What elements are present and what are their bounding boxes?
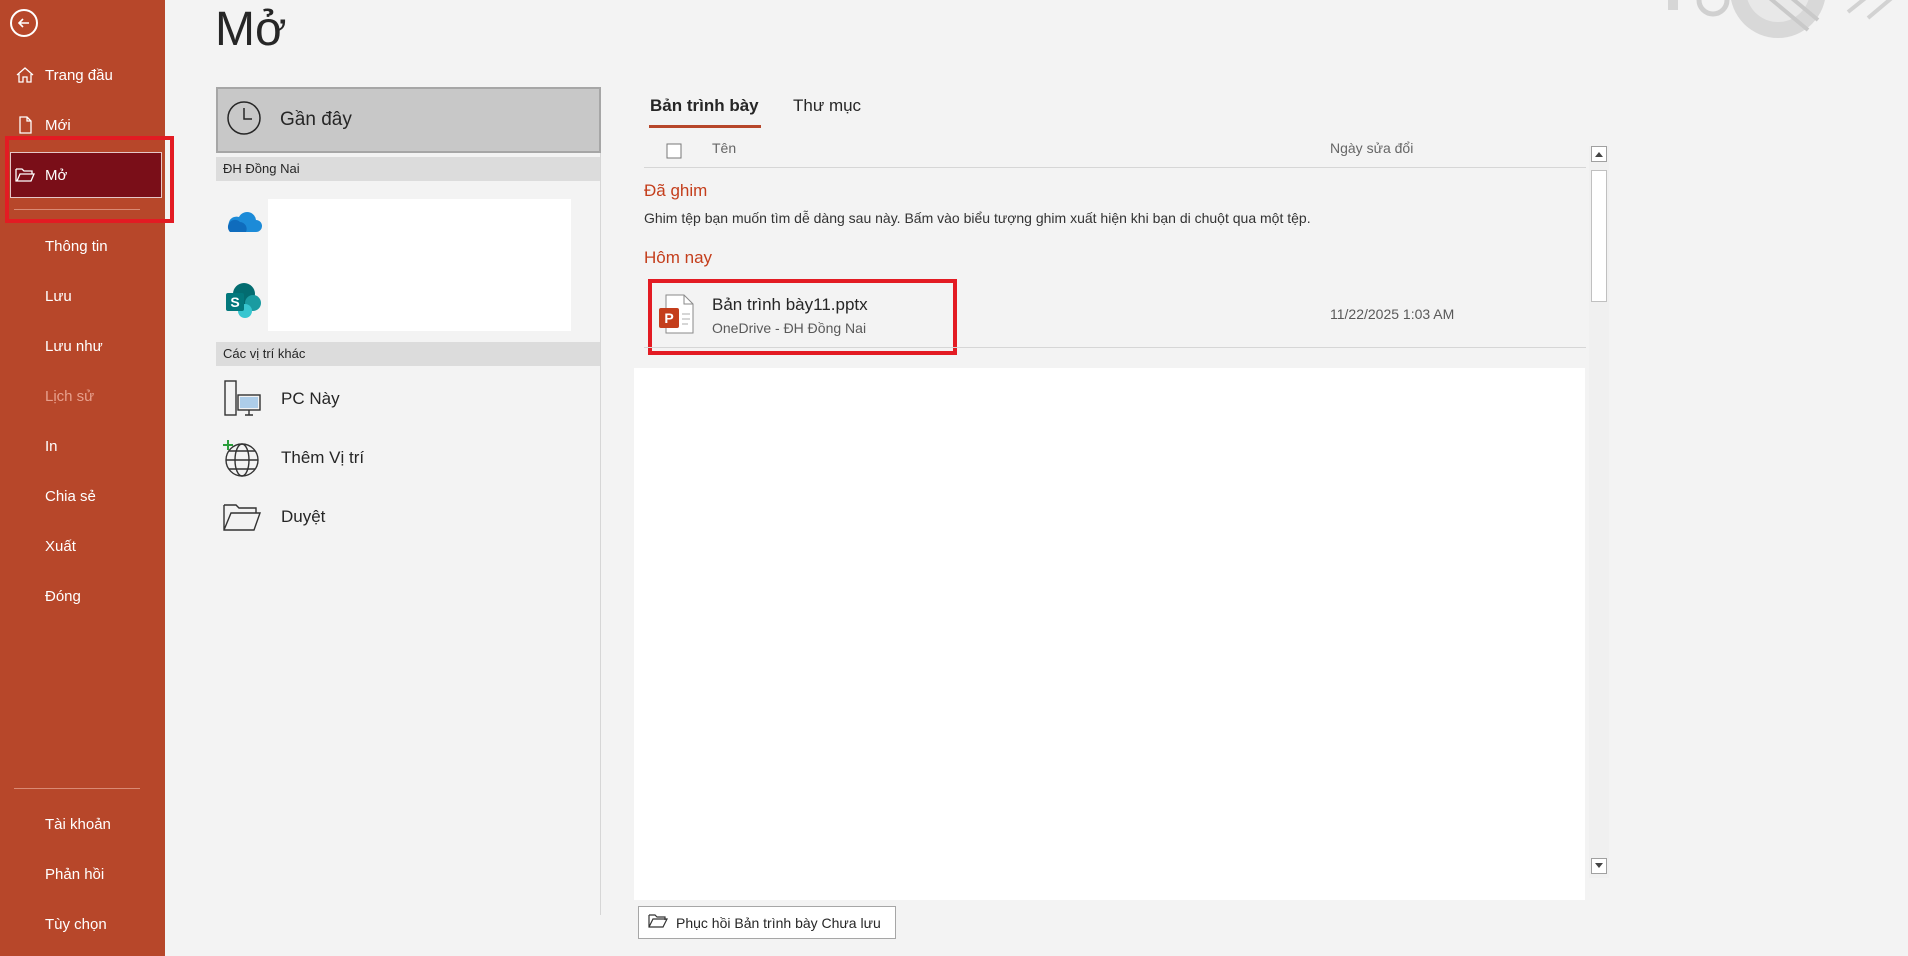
recent-label: Gần đây	[280, 109, 352, 130]
column-divider	[600, 153, 601, 915]
nav-share[interactable]: Chia sẻ	[0, 476, 165, 516]
globe-add-icon	[221, 437, 263, 479]
nav-open[interactable]: Mở	[10, 152, 162, 198]
pptx-file-icon: P	[658, 294, 694, 339]
nav-label: Xuất	[45, 537, 76, 555]
active-tab-indicator	[649, 125, 761, 128]
nav-print[interactable]: In	[0, 426, 165, 466]
nav-new[interactable]: Mới	[0, 105, 165, 145]
pinned-group-header: Đã ghim	[644, 181, 708, 200]
folder-icon	[221, 496, 263, 538]
nav-label: Lưu như	[45, 337, 103, 355]
nav-info[interactable]: Thông tin	[0, 226, 165, 266]
home-icon	[14, 64, 36, 86]
cloud-account-box[interactable]	[268, 199, 571, 331]
column-name-header[interactable]: Tên	[712, 140, 736, 156]
onedrive-icon[interactable]	[224, 208, 262, 239]
org-section-header: ĐH Đồng Nai	[216, 157, 601, 181]
nav-label: Thông tin	[45, 237, 108, 255]
back-arrow-icon[interactable]	[10, 9, 38, 37]
tab-folders[interactable]: Thư mục	[793, 96, 861, 116]
select-all-checkbox[interactable]	[666, 143, 682, 162]
scroll-thumb[interactable]	[1591, 170, 1607, 302]
nav-label: In	[45, 437, 58, 455]
recover-button-label: Phục hồi Bản trình bày Chưa lưu	[676, 914, 881, 931]
svg-text:P: P	[664, 310, 673, 326]
location-label: Thêm Vị trí	[281, 448, 365, 467]
folder-open-icon	[648, 913, 668, 932]
location-add-place[interactable]: Thêm Vị trí	[216, 433, 601, 483]
row-divider	[644, 347, 1586, 348]
nav-save-as[interactable]: Lưu như	[0, 326, 165, 366]
nav-label: Lịch sử	[45, 387, 95, 405]
nav-label: Mở	[45, 166, 68, 184]
pc-icon	[221, 378, 263, 420]
nav-divider	[14, 209, 140, 210]
nav-label: Lưu	[45, 287, 72, 305]
nav-label: Đóng	[45, 587, 81, 605]
nav-label: Mới	[45, 116, 71, 134]
location-this-pc[interactable]: PC Này	[216, 374, 601, 424]
other-section-header: Các vị trí khác	[216, 342, 601, 366]
nav-home[interactable]: Trang đầu	[0, 55, 165, 95]
page-title: Mở	[215, 3, 287, 56]
today-group-header: Hôm nay	[644, 248, 713, 267]
location-label: PC Này	[281, 389, 340, 408]
nav-account[interactable]: Tài khoản	[0, 804, 165, 844]
column-modified-header[interactable]: Ngày sửa đổi	[1330, 140, 1413, 156]
file-row[interactable]: P Bản trình bày11.pptx OneDrive - ĐH Đồn…	[648, 280, 1584, 346]
nav-label: Tài khoản	[45, 815, 111, 833]
svg-text:S: S	[230, 294, 239, 310]
new-file-icon	[14, 114, 36, 136]
vertical-scrollbar[interactable]	[1589, 146, 1609, 878]
recent-location[interactable]: Gần đây	[216, 87, 601, 153]
decorative-art	[1308, 0, 1908, 60]
location-browse[interactable]: Duyệt	[216, 492, 601, 542]
file-modified-date: 11/22/2025 1:03 AM	[1330, 306, 1455, 322]
folder-open-icon	[14, 164, 36, 186]
nav-label: Chia sẻ	[45, 487, 96, 505]
file-list-empty-area	[634, 368, 1585, 900]
file-name: Bản trình bày11.pptx	[712, 295, 868, 314]
file-location: OneDrive - ĐH Đồng Nai	[712, 320, 867, 336]
recover-unsaved-button[interactable]: Phục hồi Bản trình bày Chưa lưu	[638, 906, 896, 939]
nav-save[interactable]: Lưu	[0, 276, 165, 316]
nav-label: Phản hồi	[45, 865, 105, 883]
scroll-down-icon[interactable]	[1591, 858, 1607, 874]
clock-icon	[226, 100, 262, 141]
nav-label: Tùy chọn	[45, 915, 107, 933]
nav-export[interactable]: Xuất	[0, 526, 165, 566]
nav-feedback[interactable]: Phản hồi	[0, 854, 165, 894]
nav-history: Lịch sử	[0, 376, 165, 416]
pinned-description: Ghim tệp bạn muốn tìm dễ dàng sau này. B…	[644, 210, 1311, 226]
sharepoint-icon[interactable]: S	[224, 281, 264, 326]
nav-options[interactable]: Tùy chọn	[0, 904, 165, 944]
backstage-sidebar: Trang đầu Mới Mở Thông tin Lưu Lưu như L…	[0, 0, 165, 956]
header-divider	[644, 167, 1586, 168]
nav-label: Trang đầu	[45, 66, 113, 84]
nav-close[interactable]: Đóng	[0, 576, 165, 616]
nav-divider	[14, 788, 140, 789]
tab-presentations[interactable]: Bản trình bày	[650, 96, 759, 116]
location-label: Duyệt	[281, 507, 326, 526]
scroll-up-icon[interactable]	[1591, 146, 1607, 162]
